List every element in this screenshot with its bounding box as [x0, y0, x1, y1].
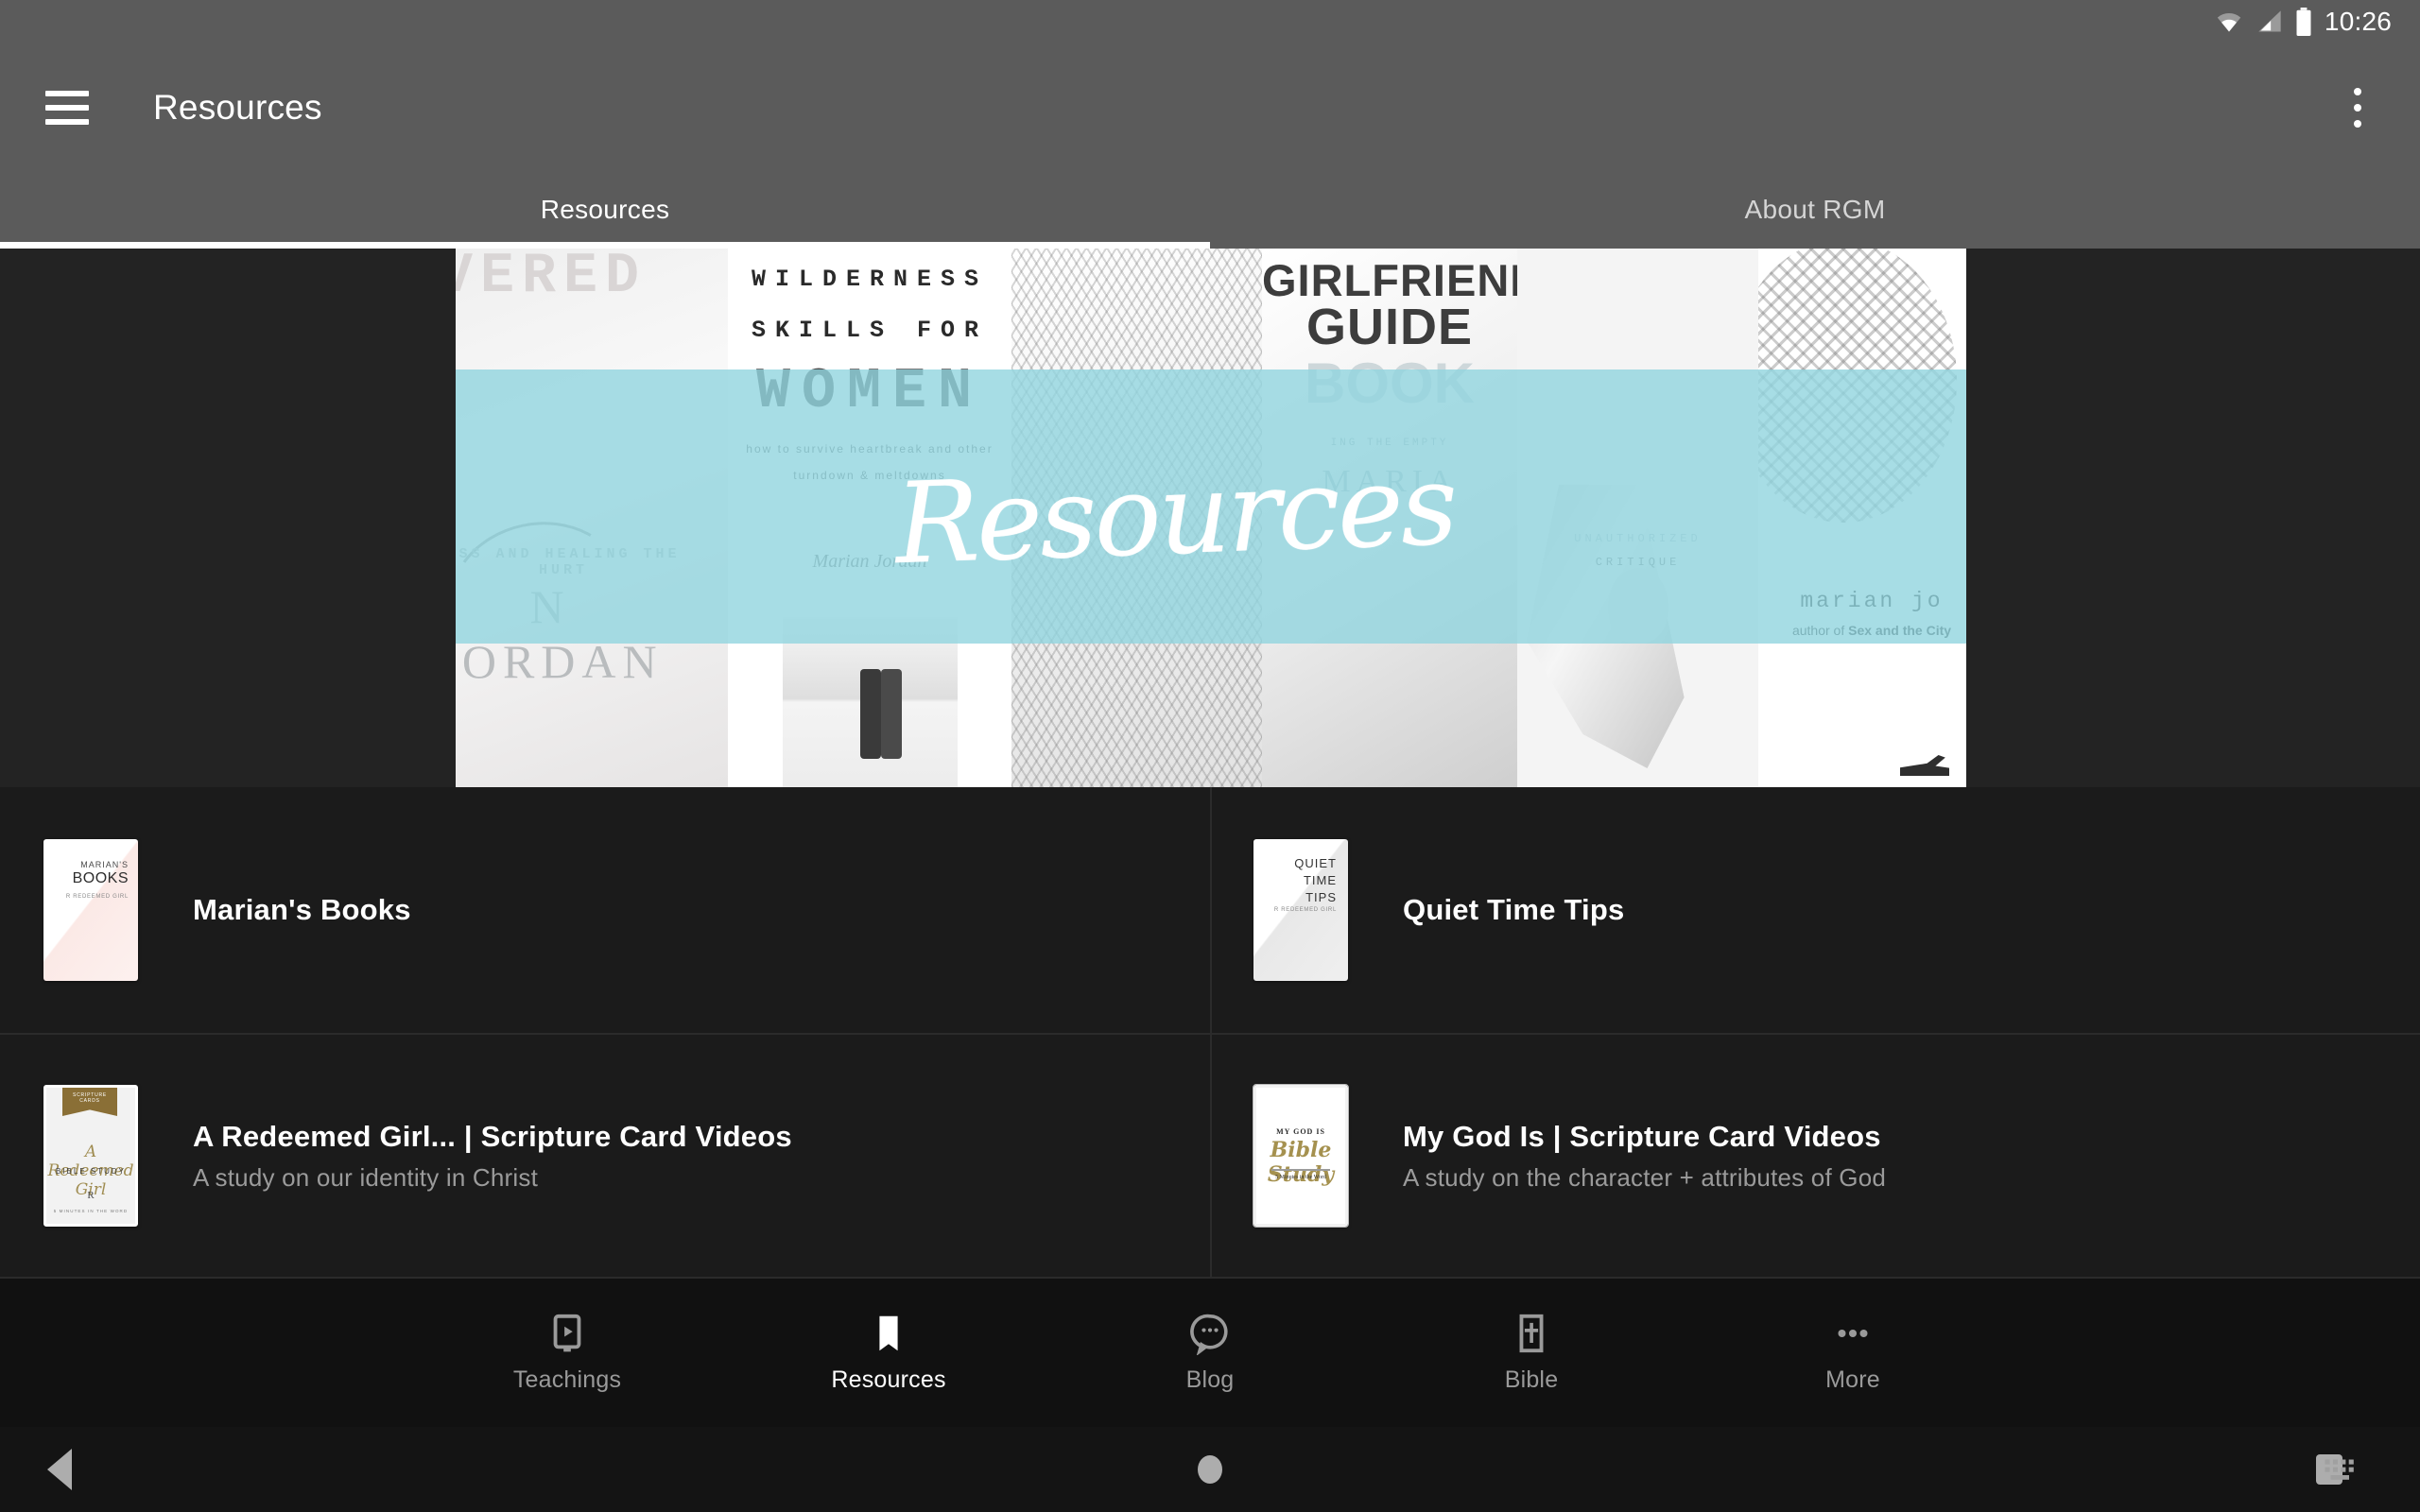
- collage-cover-1-title: VERED: [456, 249, 648, 309]
- thumb-line-c: TIPS: [1305, 890, 1337, 904]
- bottom-nav-bible-label: Bible: [1504, 1366, 1559, 1393]
- resource-text-block: My God Is | Scripture Card Videos A stud…: [1403, 1120, 1886, 1193]
- system-navigation-bar: [0, 1427, 2420, 1512]
- page-title: Resources: [153, 87, 322, 127]
- resource-title: Marian's Books: [193, 893, 411, 926]
- bottom-nav-teachings-label: Teachings: [512, 1366, 622, 1393]
- home-circle-icon[interactable]: [1198, 1455, 1222, 1484]
- app-screen: 10:26 Resources Resources About RGM VERE…: [0, 0, 2420, 1512]
- resource-title: Quiet Time Tips: [1403, 893, 1625, 926]
- thumb-line-a: MARIAN'S: [80, 860, 129, 869]
- tab-about-rgm-label: About RGM: [1744, 195, 1886, 224]
- thumb-line-c: R: [87, 1190, 95, 1201]
- status-bar: 10:26: [0, 0, 2420, 43]
- bottom-nav-resources[interactable]: Resources: [728, 1312, 1049, 1394]
- bottom-nav-resources-label: Resources: [831, 1366, 946, 1393]
- battery-icon: [2296, 8, 2311, 36]
- resource-title: A Redeemed Girl... | Scripture Card Vide…: [193, 1119, 792, 1153]
- tab-resources-label: Resources: [540, 195, 670, 224]
- resource-item-a-redeemed-girl[interactable]: SCRIPTURE CARDS A Redeemed Girl BIBLE ST…: [0, 1033, 1210, 1279]
- bottom-nav-more[interactable]: More: [1692, 1312, 2014, 1394]
- collage-cover-4-line2: GUIDE: [1305, 299, 1474, 355]
- bottom-nav-blog[interactable]: Blog: [1049, 1312, 1371, 1394]
- thumb-line-d: 5 MINUTES IN THE WORD: [53, 1209, 129, 1213]
- chat-bubble-icon: [1188, 1312, 1232, 1356]
- thumb-line-d: R REDEEMED GIRL: [1273, 907, 1337, 913]
- resource-row-1: MARIAN'S BOOKS R REDEEMED GIRL Marian's …: [0, 787, 2420, 1033]
- status-bar-clock: 10:26: [2324, 7, 2392, 36]
- thumb-line-b: BIBLE STUDY: [55, 1167, 126, 1176]
- marians-books-cover-thumbnail: MARIAN'S BOOKS R REDEEMED GIRL: [43, 839, 138, 981]
- hero-teal-overlay: Resources: [456, 369, 1966, 644]
- tab-about-rgm[interactable]: About RGM: [1210, 171, 2420, 249]
- bottom-navigation-bar: Teachings Resources Blog Bible More: [0, 1279, 2420, 1427]
- resource-text-block: A Redeemed Girl... | Scripture Card Vide…: [193, 1120, 792, 1193]
- thumb-line-a: QUIET: [1294, 856, 1337, 870]
- tab-resources[interactable]: Resources: [0, 171, 1210, 249]
- a-redeemed-girl-cover-thumbnail: SCRIPTURE CARDS A Redeemed Girl BIBLE ST…: [43, 1085, 138, 1227]
- bible-cross-icon: [1510, 1312, 1553, 1355]
- back-triangle-icon[interactable]: [47, 1449, 72, 1490]
- resource-item-marians-books[interactable]: MARIAN'S BOOKS R REDEEMED GIRL Marian's …: [0, 787, 1210, 1033]
- book-icon: [867, 1312, 910, 1355]
- ribbon-label: SCRIPTURE CARDS: [72, 1092, 108, 1104]
- my-god-is-cover-thumbnail: MY GOD IS Bible Study 5 Minutes in the W…: [1253, 1084, 1349, 1228]
- resource-row-2: SCRIPTURE CARDS A Redeemed Girl BIBLE ST…: [0, 1033, 2420, 1279]
- hamburger-menu-icon[interactable]: [45, 86, 89, 129]
- resource-item-quiet-time-tips[interactable]: QUIET TIME TIPS R REDEEMED GIRL Quiet Ti…: [1210, 787, 2420, 1033]
- thumb-line-a: MY GOD IS: [1276, 1127, 1325, 1136]
- collage-cover-2-line2: SKILLS FOR: [751, 317, 989, 344]
- shoe-icon: [1900, 755, 1949, 776]
- hero-image[interactable]: VERED ESS AND HEALING THE HURT N JORDAN …: [456, 249, 1966, 787]
- wifi-icon: [2217, 12, 2241, 32]
- keyboard-switcher-icon[interactable]: [2324, 1455, 2363, 1484]
- resource-text-block: Marian's Books: [193, 893, 411, 927]
- bottom-nav-teachings[interactable]: Teachings: [406, 1312, 728, 1394]
- bottom-nav-bible[interactable]: Bible: [1371, 1312, 1692, 1394]
- thumb-line-c: 5 Minutes in the Word: [1275, 1175, 1326, 1180]
- resource-title: My God Is | Scripture Card Videos: [1403, 1119, 1881, 1153]
- thumb-line-b: BOOKS: [72, 870, 129, 886]
- status-bar-icons: [2213, 8, 2313, 36]
- thumb-line-c: R REDEEMED GIRL: [65, 894, 129, 900]
- hero-script-title: Resources: [892, 438, 1458, 590]
- more-vertical-icon[interactable]: [2337, 79, 2378, 136]
- cellular-signal-icon: [2258, 10, 2281, 32]
- bottom-nav-more-label: More: [1825, 1366, 1880, 1393]
- resource-subtitle: A study on our identity in Christ: [193, 1162, 539, 1192]
- bottom-nav-blog-label: Blog: [1185, 1366, 1235, 1393]
- collage-cover-2-line1: WILDERNESS: [751, 266, 989, 293]
- resource-list: MARIAN'S BOOKS R REDEEMED GIRL Marian's …: [0, 787, 2420, 1279]
- tab-bar: Resources About RGM: [0, 171, 2420, 249]
- resource-text-block: Quiet Time Tips: [1403, 893, 1624, 927]
- hero-banner-section: VERED ESS AND HEALING THE HURT N JORDAN …: [0, 249, 2420, 787]
- thumb-rule: [1271, 1169, 1330, 1171]
- quiet-time-tips-cover-thumbnail: QUIET TIME TIPS R REDEEMED GIRL: [1253, 839, 1348, 981]
- resource-item-my-god-is[interactable]: MY GOD IS Bible Study 5 Minutes in the W…: [1210, 1033, 2420, 1279]
- thumb-line-b: TIME: [1303, 873, 1337, 887]
- video-player-icon: [545, 1312, 589, 1355]
- scripture-cards-ribbon: SCRIPTURE CARDS: [62, 1088, 117, 1116]
- resource-subtitle: A study on the character + attributes of…: [1403, 1162, 1887, 1192]
- more-horizontal-icon: [1831, 1312, 1875, 1355]
- app-bar: Resources: [0, 43, 2420, 171]
